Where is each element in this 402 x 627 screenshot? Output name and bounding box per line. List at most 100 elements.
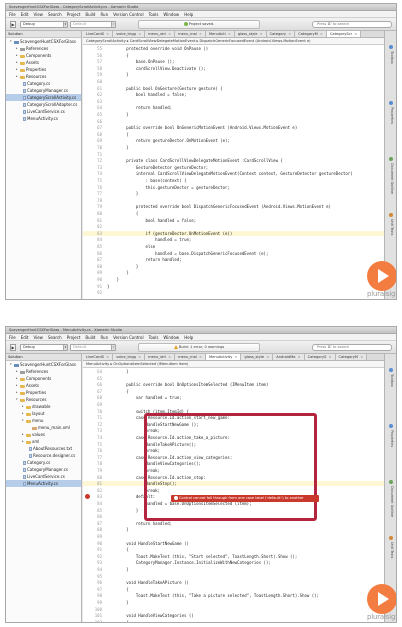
- expand-closed-icon[interactable]: ▸: [16, 368, 18, 375]
- target-select[interactable]: Default ▾: [70, 344, 116, 351]
- code-line[interactable]: 89 }: [83, 270, 385, 275]
- code-line[interactable]: 94 }: [83, 567, 385, 572]
- code-line[interactable]: 66 public override bool OnOptionsItemSel…: [83, 382, 385, 387]
- search-input[interactable]: Press ⌘' to search: [312, 21, 392, 28]
- tree-item-menuactivity-cs[interactable]: MenuActivity.cs: [6, 480, 81, 487]
- tree-item-assets[interactable]: ▸ Assets: [6, 382, 81, 389]
- tree-item-categorymanager-cs[interactable]: CategoryManager.cs: [6, 466, 81, 473]
- menu-version-control[interactable]: Version Control: [113, 335, 143, 340]
- code-line[interactable]: 102 {: [83, 620, 385, 622]
- expand-closed-icon[interactable]: ▸: [22, 410, 24, 417]
- code-line[interactable]: 84 handled = true;: [83, 237, 385, 242]
- code-line[interactable]: 68 {: [83, 132, 385, 137]
- tree-item-layout[interactable]: ▸ layout: [6, 410, 81, 417]
- code-line[interactable]: 77 }: [83, 191, 385, 196]
- tree-item-livecardservice-cs[interactable]: LiveCardService.cs: [6, 108, 81, 115]
- tab-menu-mai[interactable]: menu_mai ×: [175, 31, 207, 37]
- expand-closed-icon[interactable]: ▸: [16, 389, 18, 396]
- tab-menuactivity[interactable]: MenuActivity ×: [206, 354, 242, 360]
- tree-item-properties[interactable]: ▸ Properties: [6, 389, 81, 396]
- code-line[interactable]: 74 internal CardScrollViewDelegateMotion…: [83, 171, 385, 176]
- expand-closed-icon[interactable]: ▸: [16, 382, 18, 389]
- code-line[interactable]: 95: [83, 574, 385, 579]
- breadcrumb[interactable]: MenuActivity ▸ OnOptionsItemSelected (IM…: [83, 361, 385, 368]
- expand-closed-icon[interactable]: ▸: [16, 59, 18, 66]
- dock-unit-tests[interactable]: Unit Tests: [388, 542, 394, 558]
- code-line[interactable]: 96 void HandleTakeAPicture (): [83, 580, 385, 585]
- play-video-button[interactable]: [367, 261, 396, 291]
- code-line[interactable]: 78: [83, 198, 385, 203]
- code-line[interactable]: 75 : base(context) {: [83, 178, 385, 183]
- close-icon[interactable]: ×: [227, 32, 231, 36]
- tab-livecards[interactable]: LiveCardS ×: [83, 354, 114, 360]
- close-icon[interactable]: ×: [167, 355, 171, 359]
- breadcrumb[interactable]: CategoryScrollActivity ▸ CardScrollViewD…: [83, 38, 385, 45]
- dock-unit-tests[interactable]: Unit Tests: [388, 219, 394, 235]
- code-line[interactable]: 67 public override bool OnGenericMotionE…: [83, 125, 385, 130]
- expand-closed-icon[interactable]: ▸: [16, 52, 18, 59]
- menu-project[interactable]: Project: [67, 335, 81, 340]
- code-line[interactable]: 98 Toast.MakeText (this, "Take a picture…: [83, 593, 385, 598]
- close-icon[interactable]: ×: [167, 32, 171, 36]
- tree-item-category-cs[interactable]: Category.cs: [6, 459, 81, 466]
- tab-categorym[interactable]: CategoryM ×: [295, 31, 327, 37]
- tree-item-resources[interactable]: ▾ Resources: [6, 396, 81, 403]
- code-line[interactable]: 90 }: [83, 277, 385, 282]
- menu-search[interactable]: Search: [48, 12, 62, 17]
- code-line[interactable]: 99 }: [83, 600, 385, 605]
- expand-closed-icon[interactable]: ▸: [16, 375, 18, 382]
- close-icon[interactable]: ×: [258, 32, 263, 36]
- code-line[interactable]: 58 cardScrollView.Deactivate ();: [83, 66, 385, 71]
- close-icon[interactable]: ×: [265, 355, 269, 359]
- menu-build[interactable]: Build: [85, 12, 95, 17]
- tab-livecards[interactable]: LiveCardS ×: [83, 31, 114, 37]
- menu-project[interactable]: Project: [67, 12, 81, 17]
- code-line[interactable]: 88 }: [83, 264, 385, 269]
- code-line[interactable]: 71: [83, 152, 385, 157]
- close-icon[interactable]: ×: [287, 32, 291, 36]
- code-line[interactable]: 87 return handled;: [83, 257, 385, 262]
- menu-help[interactable]: Help: [184, 12, 193, 17]
- code-line[interactable]: 91}: [83, 284, 385, 289]
- run-button[interactable]: ▶: [10, 21, 16, 28]
- menu-file[interactable]: File: [9, 12, 16, 17]
- expand-open-icon[interactable]: ▾: [22, 417, 24, 424]
- tree-item-references[interactable]: ▸ References: [6, 368, 81, 375]
- tab-glass-style[interactable]: glass_style ×: [234, 31, 267, 37]
- code-line[interactable]: 92: [83, 290, 385, 295]
- close-icon[interactable]: ×: [353, 32, 357, 36]
- close-icon[interactable]: ×: [105, 32, 109, 36]
- menu-version-control[interactable]: Version Control: [113, 12, 143, 17]
- code-line[interactable]: 81 bool handled = false;: [83, 218, 385, 223]
- code-line[interactable]: 76 this.gestureDector = gestureDector;: [83, 185, 385, 190]
- code-line[interactable]: 61 public bool OnGesture(Gesture gesture…: [83, 86, 385, 91]
- code-line[interactable]: 88 }: [83, 527, 385, 532]
- close-icon[interactable]: ×: [319, 32, 323, 36]
- dock-toolbox[interactable]: Toolbox: [388, 374, 394, 387]
- code-line[interactable]: 67 {: [83, 389, 385, 394]
- close-icon[interactable]: ×: [233, 355, 237, 359]
- code-line[interactable]: 90 void HandleStartNewGame (): [83, 541, 385, 546]
- dock-properties[interactable]: Properties: [388, 107, 394, 124]
- code-line[interactable]: 59 }: [83, 72, 385, 77]
- close-icon[interactable]: ×: [359, 355, 363, 359]
- close-icon[interactable]: ×: [105, 355, 109, 359]
- code-line[interactable]: 85 else: [83, 244, 385, 249]
- code-line[interactable]: 65: [83, 376, 385, 381]
- menu-build[interactable]: Build: [85, 335, 95, 340]
- code-line[interactable]: 60: [83, 79, 385, 84]
- code-line[interactable]: 62 bool handled = false;: [83, 92, 385, 97]
- expand-open-icon[interactable]: ▾: [10, 361, 12, 368]
- tree-item-aboutresources-txt[interactable]: AboutResources.txt: [6, 445, 81, 452]
- menu-tools[interactable]: Tools: [149, 335, 159, 340]
- code-line[interactable]: 72 private class CardScrollViewDelegateM…: [83, 158, 385, 163]
- tab-menuacti[interactable]: MenuActi ×: [206, 31, 235, 37]
- expand-closed-icon[interactable]: ▸: [22, 438, 24, 445]
- expand-closed-icon[interactable]: ▸: [16, 45, 18, 52]
- code-line[interactable]: 66: [83, 119, 385, 124]
- code-line[interactable]: 64 return handled;: [83, 105, 385, 110]
- expand-closed-icon[interactable]: ▸: [22, 403, 24, 410]
- code-line[interactable]: 82: [83, 224, 385, 229]
- tab-voice-trigg[interactable]: voice_trigg ×: [113, 354, 146, 360]
- expand-closed-icon[interactable]: ▸: [22, 431, 24, 438]
